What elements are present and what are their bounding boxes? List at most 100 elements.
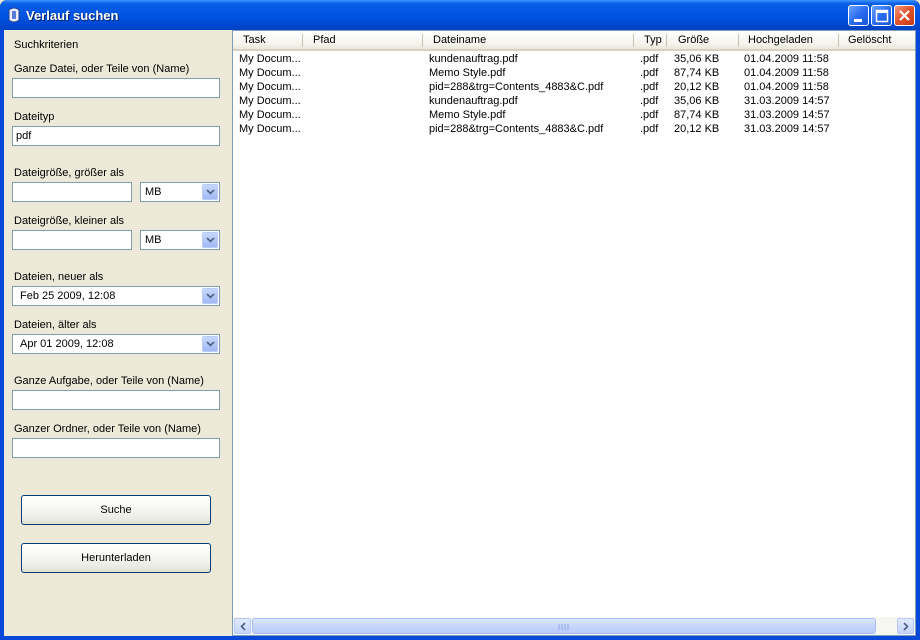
size-smaller-unit-value: MB xyxy=(145,234,162,246)
filetype-label: Dateityp xyxy=(14,111,55,123)
search-button[interactable]: Suche xyxy=(21,495,211,525)
cell-size: 87,74 KB xyxy=(674,67,720,79)
size-greater-input[interactable] xyxy=(12,182,132,202)
cell-path xyxy=(309,122,425,136)
cell-filename: kundenauftrag.pdf xyxy=(429,53,518,65)
column-separator[interactable] xyxy=(633,34,634,47)
size-smaller-input[interactable] xyxy=(12,230,132,250)
grip-icon xyxy=(558,624,569,630)
cell-type: .pdf xyxy=(640,109,659,121)
cell-task: My Docum... xyxy=(239,81,301,93)
results-list[interactable]: Task Pfad Dateiname Typ Größe Hochgelade… xyxy=(232,30,916,636)
scroll-left-button[interactable] xyxy=(234,618,251,634)
newer-than-label: Dateien, neuer als xyxy=(14,271,104,283)
window-frame-bottom xyxy=(0,636,920,640)
cell-deleted xyxy=(844,94,914,108)
older-than-datepicker[interactable]: Apr 01 2009, 12:08 xyxy=(12,334,220,354)
cell-size: 20,12 KB xyxy=(674,81,720,93)
cell-path xyxy=(309,52,425,66)
column-header-deleted[interactable]: Gelöscht xyxy=(840,31,891,49)
minimize-button[interactable] xyxy=(848,5,869,26)
chevron-down-icon[interactable] xyxy=(202,336,218,352)
cell-path xyxy=(309,80,425,94)
close-icon xyxy=(899,10,910,21)
cell-filename: Memo Style.pdf xyxy=(429,67,506,79)
column-header-task[interactable]: Task xyxy=(235,31,266,49)
criteria-heading: Suchkriterien xyxy=(14,39,79,51)
filetype-input[interactable]: pdf xyxy=(12,126,220,146)
task-label: Ganze Aufgabe, oder Teile von (Name) xyxy=(14,375,204,387)
size-smaller-label: Dateigröße, kleiner als xyxy=(14,215,125,227)
cell-type: .pdf xyxy=(640,81,659,93)
maximize-button[interactable] xyxy=(871,5,892,26)
task-input[interactable] xyxy=(12,390,220,410)
horizontal-scrollbar[interactable] xyxy=(233,617,915,635)
size-greater-unit-select[interactable]: MB xyxy=(140,182,220,202)
cell-deleted xyxy=(844,66,914,80)
chevron-left-icon xyxy=(240,622,246,631)
column-header-uploaded[interactable]: Hochgeladen xyxy=(740,31,813,49)
window: Verlauf suchen Suchkriterien Ganze Datei… xyxy=(0,0,920,640)
cell-deleted xyxy=(844,80,914,94)
cell-deleted xyxy=(844,52,914,66)
cell-filename: kundenauftrag.pdf xyxy=(429,95,518,107)
app-icon xyxy=(8,7,20,23)
column-separator[interactable] xyxy=(666,34,667,47)
column-header-path[interactable]: Pfad xyxy=(305,31,336,49)
download-button[interactable]: Herunterladen xyxy=(21,543,211,573)
cell-size: 35,06 KB xyxy=(674,95,720,107)
name-label: Ganze Datei, oder Teile von (Name) xyxy=(14,63,190,75)
cell-size: 35,06 KB xyxy=(674,53,720,65)
column-separator[interactable] xyxy=(738,34,739,47)
table-row[interactable]: My Docum... pid=288&trg=Contents_4883&C.p… xyxy=(233,80,915,94)
cell-uploaded: 31.03.2009 14:57 xyxy=(744,95,830,107)
newer-than-value: Feb 25 2009, 12:08 xyxy=(20,290,116,302)
column-header-filename[interactable]: Dateiname xyxy=(425,31,486,49)
older-than-value: Apr 01 2009, 12:08 xyxy=(20,338,114,350)
newer-than-datepicker[interactable]: Feb 25 2009, 12:08 xyxy=(12,286,220,306)
maximize-icon xyxy=(875,9,889,23)
folder-input[interactable] xyxy=(12,438,220,458)
scroll-right-button[interactable] xyxy=(897,618,914,634)
chevron-right-icon xyxy=(903,622,909,631)
cell-uploaded: 01.04.2009 11:58 xyxy=(744,67,829,79)
column-separator[interactable] xyxy=(422,34,423,47)
folder-label: Ganzer Ordner, oder Teile von (Name) xyxy=(14,423,201,435)
window-frame-right xyxy=(916,30,920,640)
cell-type: .pdf xyxy=(640,95,659,107)
table-row[interactable]: My Docum... kundenauftrag.pdf .pdf 35,06 KB… xyxy=(233,94,915,108)
column-separator[interactable] xyxy=(302,34,303,47)
name-input[interactable] xyxy=(12,78,220,98)
size-smaller-unit-select[interactable]: MB xyxy=(140,230,220,250)
cell-type: .pdf xyxy=(640,53,659,65)
cell-type: .pdf xyxy=(640,123,659,135)
table-row[interactable]: My Docum... Memo Style.pdf .pdf 87,74 KB 31.… xyxy=(233,108,915,122)
table-row[interactable]: My Docum... kundenauftrag.pdf .pdf 35,06 KB… xyxy=(233,52,915,66)
older-than-label: Dateien, älter als xyxy=(14,319,97,331)
chevron-down-icon[interactable] xyxy=(202,184,218,200)
column-header-type[interactable]: Typ xyxy=(636,31,662,49)
title-bar[interactable]: Verlauf suchen xyxy=(0,0,920,30)
cell-task: My Docum... xyxy=(239,53,301,65)
cell-uploaded: 01.04.2009 11:58 xyxy=(744,53,829,65)
close-button[interactable] xyxy=(894,5,915,26)
cell-deleted xyxy=(844,122,914,136)
chevron-down-icon[interactable] xyxy=(202,288,218,304)
scrollbar-thumb[interactable] xyxy=(252,618,876,634)
cell-filename: pid=288&trg=Contents_4883&C.pdf xyxy=(429,123,604,135)
cell-task: My Docum... xyxy=(239,123,301,135)
cell-task: My Docum... xyxy=(239,67,301,79)
cell-path xyxy=(309,66,425,80)
table-row[interactable]: My Docum... Memo Style.pdf .pdf 87,74 KB 01.… xyxy=(233,66,915,80)
minimize-icon xyxy=(854,19,862,22)
window-title: Verlauf suchen xyxy=(26,8,119,23)
cell-task: My Docum... xyxy=(239,95,301,107)
cell-type: .pdf xyxy=(640,67,659,79)
column-separator[interactable] xyxy=(838,34,839,47)
column-header-size[interactable]: Größe xyxy=(670,31,709,49)
cell-uploaded: 31.03.2009 14:57 xyxy=(744,109,830,121)
table-row[interactable]: My Docum... pid=288&trg=Contents_4883&C.p… xyxy=(233,122,915,136)
client-area: Suchkriterien Ganze Datei, oder Teile vo… xyxy=(4,30,916,636)
cell-uploaded: 01.04.2009 11:58 xyxy=(744,81,829,93)
chevron-down-icon[interactable] xyxy=(202,232,218,248)
